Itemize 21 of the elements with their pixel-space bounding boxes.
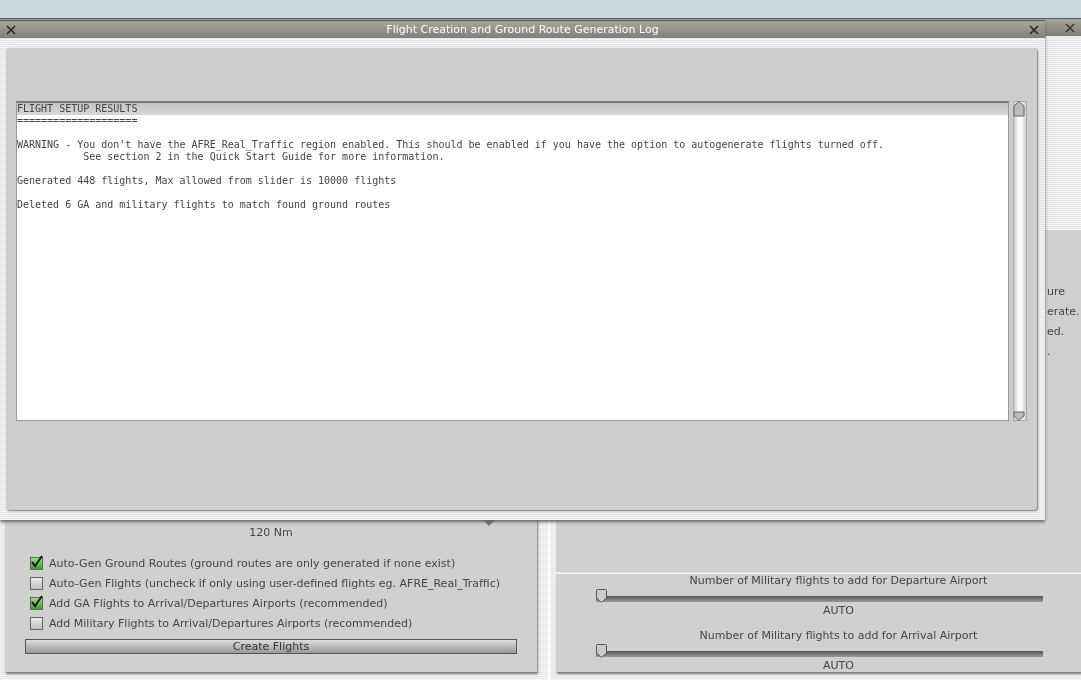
slider-label: Number of Military flights to add for Arrival Airport: [699, 629, 978, 642]
checkbox-label: Add Military Flights to Arrival/Departures Airports (recommended): [49, 616, 413, 630]
log-line: Generated 448 flights, Max allowed from slider is 10000 flights: [17, 175, 398, 187]
info-text: .: [1047, 344, 1051, 359]
info-text: erate.: [1047, 304, 1080, 319]
log-line: WARNING - You don't have the AFRE_Real_Traffic region enabled. This should be enabled if you have the option to autogenerate flights turned off.: [17, 139, 885, 151]
info-text: ed.: [1047, 324, 1065, 339]
slider-label: Number of Military flights to add for Departure Airport: [689, 574, 988, 587]
distance-reading: 120 Nm: [248, 526, 294, 539]
slider-reading: AUTO: [823, 659, 854, 672]
info-text: ure: [1047, 284, 1066, 299]
log-line: ====================: [17, 115, 139, 127]
checkbox-label: Add GA Flights to Arrival/Departures Airports (recommended): [49, 596, 388, 610]
slider-reading: AUTO: [823, 604, 854, 617]
dialog-title: Flight Creation and Ground Route Generation Log: [386, 23, 659, 36]
create-flights-button[interactable]: Create Flights: [25, 639, 517, 654]
log-line: Deleted 6 GA and military flights to match found ground routes: [17, 199, 392, 211]
checkbox-label: Auto-Gen Flights (uncheck if only using user-defined flights eg. AFRE_Real_Traffic): [49, 576, 501, 590]
checkbox-label: Auto-Gen Ground Routes (ground routes are only generated if none exist): [49, 556, 456, 570]
log-line: FLIGHT SETUP RESULTS: [17, 103, 139, 115]
log-line: See section 2 in the Quick Start Guide for more information.: [82, 151, 446, 163]
